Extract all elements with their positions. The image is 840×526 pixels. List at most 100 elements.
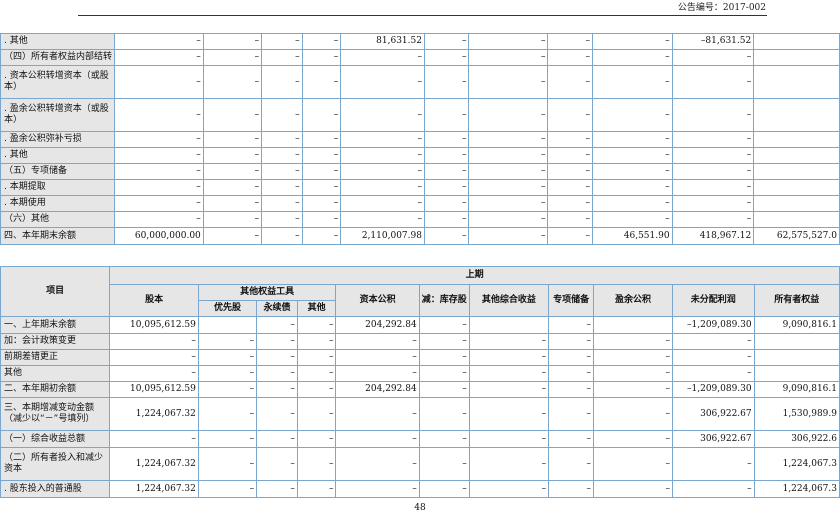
table-cell: – xyxy=(671,98,755,132)
table-cell: – xyxy=(261,227,303,245)
table-cell: – xyxy=(547,179,593,196)
table-cell: – xyxy=(671,365,755,382)
table-cell: – xyxy=(114,179,204,196)
table-cell: – xyxy=(109,333,199,350)
table-cell: – xyxy=(340,163,425,180)
table-cell: – xyxy=(109,430,199,448)
table-cell: – xyxy=(548,316,595,334)
table-cell xyxy=(468,316,550,334)
table-row: . 盈余公积弥补亏损 – – – – – – – – – – xyxy=(0,131,840,148)
table-cell: – xyxy=(671,195,755,212)
table-cell: – xyxy=(591,179,673,196)
page-number: 48 xyxy=(414,503,426,513)
table-cell: – xyxy=(340,211,425,228)
table-row: . 资本公积转增资本（或股本） – – – – – – – – – – xyxy=(0,65,840,99)
header-capital-reserve: 资本公积 xyxy=(335,284,420,317)
table-cell: – xyxy=(591,211,673,228)
row-label: . 其他 xyxy=(0,147,116,164)
table-cell: – xyxy=(547,227,593,245)
table-cell: – xyxy=(671,349,755,366)
table-cell: – xyxy=(418,430,470,448)
table-cell: – xyxy=(423,227,470,245)
table-cell: – xyxy=(468,33,549,50)
table-cell xyxy=(753,163,840,180)
table-cell: – xyxy=(468,365,550,382)
table-cell: – xyxy=(418,381,470,398)
table-cell: – xyxy=(548,381,595,398)
table-cell: – xyxy=(202,98,263,132)
table-cell: – xyxy=(197,333,258,350)
table-cell: – xyxy=(296,447,337,481)
table-cell: – xyxy=(423,179,470,196)
table-cell: 1,224,067.32 xyxy=(109,447,199,481)
header-item: 项目 xyxy=(0,266,111,317)
table-cell: – xyxy=(114,49,204,66)
table-cell: – xyxy=(423,65,470,99)
row-label: 三、本期增减变动金额（减少以“－”号填列） xyxy=(0,397,111,431)
table-row: （一）综合收益总额 – – – – – – – – –306,922.67 306,922.6 xyxy=(0,430,840,448)
table-cell: 306,922.6 xyxy=(753,430,840,448)
table-cell: –1,209,089.30 xyxy=(671,381,755,398)
table-cell: – xyxy=(468,179,549,196)
table-cell: – xyxy=(296,430,337,448)
table-cell xyxy=(197,316,258,334)
row-label: . 盈余公积弥补亏损 xyxy=(0,131,116,148)
table-cell: – xyxy=(256,365,298,382)
table-cell: – xyxy=(301,49,342,66)
table-cell: – xyxy=(547,49,593,66)
table-cell: – xyxy=(593,447,673,481)
table-cell: – xyxy=(418,316,470,334)
table-cell: – xyxy=(114,163,204,180)
table-cell: – xyxy=(202,49,263,66)
row-label: 二、本年期初余额 xyxy=(0,381,111,398)
table-cell: – xyxy=(256,447,298,481)
table-cell: – xyxy=(114,33,204,50)
table-cell: – xyxy=(301,33,342,50)
table-cell: – xyxy=(335,349,420,366)
table-cell: – xyxy=(197,397,258,431)
table-cell: –81,631.52 xyxy=(671,33,755,50)
row-label: （五）专项储备 xyxy=(0,163,116,180)
table-cell: – xyxy=(197,430,258,448)
table-cell: – xyxy=(593,349,673,366)
header-special-reserve: 专项储备 xyxy=(548,284,595,317)
table-cell: – xyxy=(423,211,470,228)
table-cell: – xyxy=(202,147,263,164)
header-share-capital: 股本 xyxy=(109,284,199,317)
table-cell: – xyxy=(547,195,593,212)
table-cell xyxy=(593,316,673,334)
header-total-equity: 所有者权益 xyxy=(753,284,840,317)
table-cell: – xyxy=(202,131,263,148)
table-cell: 1,224,067.32 xyxy=(109,397,199,431)
table-cell: – xyxy=(468,349,550,366)
table-row: （六）其他 – – – – – – – – – – xyxy=(0,211,840,228)
table-cell: – xyxy=(340,49,425,66)
table-cell xyxy=(753,333,840,350)
table-cell: – xyxy=(671,147,755,164)
table-cell: – xyxy=(301,163,342,180)
table-cell: – xyxy=(335,447,420,481)
table-cell: – xyxy=(261,131,303,148)
table-row: . 其他 – – – –81,631.52– – – – –81,631.52 xyxy=(0,33,840,50)
table-cell: – xyxy=(468,49,549,66)
table-cell: – xyxy=(256,430,298,448)
table-cell: 418,967.12 xyxy=(671,227,755,245)
table-cell: – xyxy=(261,163,303,180)
table-cell: – xyxy=(418,349,470,366)
table-cell: 46,551.90 xyxy=(591,227,673,245)
table-cell: – xyxy=(468,430,550,448)
table-cell: – xyxy=(256,381,298,398)
header-treasury-stock: 减：库存股 xyxy=(418,284,470,317)
table-cell: 9,090,816.1 xyxy=(753,381,840,398)
table-cell: – xyxy=(301,98,342,132)
table-cell: – xyxy=(261,179,303,196)
table-cell: – xyxy=(418,333,470,350)
table-cell: 81,631.52 xyxy=(340,33,425,50)
table-cell: – xyxy=(418,447,470,481)
table-cell xyxy=(753,98,840,132)
table-row: 四、本年期末余额 60,000,000.00– – –2,110,007.98– – –4… xyxy=(0,227,840,245)
table-row: 其他 – – – – – – – – – – xyxy=(0,365,840,382)
header-preferred: 优先股 xyxy=(197,300,258,317)
table-cell: – xyxy=(548,349,595,366)
table-cell: – xyxy=(591,163,673,180)
